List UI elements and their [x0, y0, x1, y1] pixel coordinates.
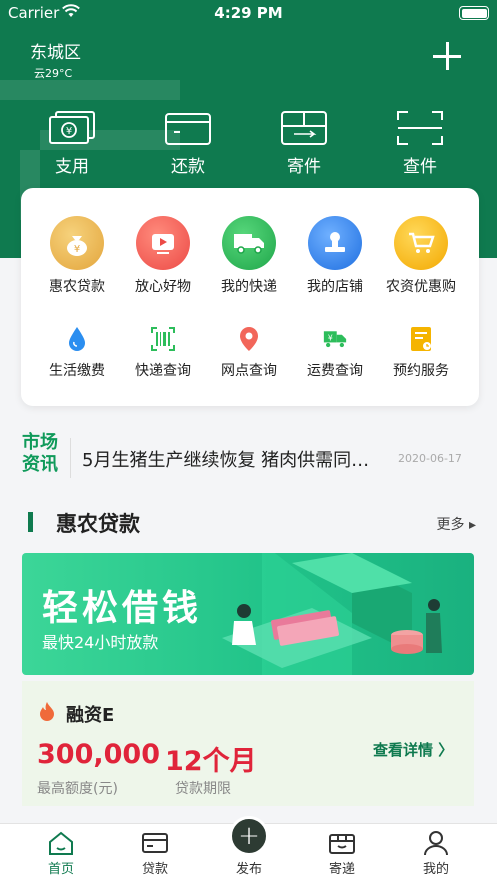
more-link[interactable]: 更多 ▸: [437, 514, 476, 534]
banner-title: 轻松借钱: [42, 588, 203, 629]
loan-banner[interactable]: 轻松借钱 最快24小时放款: [22, 553, 474, 675]
service-outlet-query[interactable]: 网点查询: [206, 326, 292, 380]
service-goods[interactable]: 放心好物: [120, 216, 206, 296]
tab-mailing[interactable]: 寄递: [302, 830, 382, 877]
quick-action-track[interactable]: 查件: [375, 110, 465, 177]
svg-text:¥: ¥: [74, 244, 80, 255]
tab-loan[interactable]: 贷款: [115, 830, 195, 877]
service-label: 预约服务: [393, 363, 449, 379]
service-appointment[interactable]: 预约服务: [378, 326, 464, 380]
card-icon: [142, 833, 168, 853]
plus-icon: +: [238, 821, 260, 851]
quick-action-withdraw[interactable]: ¥ 支用: [27, 110, 117, 177]
news-date: 2020-06-17: [398, 452, 462, 465]
publish-label: 发布: [235, 862, 262, 877]
service-freight-query[interactable]: ¥ 运费查询: [292, 326, 378, 380]
package-icon: [329, 834, 355, 854]
yuan-truck-icon: ¥: [323, 326, 347, 352]
view-details-link[interactable]: 查看详情 〉: [373, 739, 453, 760]
money-bag-icon: ¥: [50, 216, 104, 270]
water-drop-icon: [65, 326, 89, 352]
cart-icon: [394, 216, 448, 270]
max-amount-label: 最高额度(元): [37, 781, 118, 797]
publish-button[interactable]: +: [229, 816, 269, 856]
location-weather[interactable]: 东城区 云29°C: [30, 38, 81, 81]
service-utilities[interactable]: 生活缴费: [34, 326, 120, 380]
news-tag-line: 资讯: [22, 454, 58, 475]
news-ticker[interactable]: 市场 资讯 5月生猪生产继续恢复 猪肉供需同… 2020-06-17: [0, 424, 497, 492]
video-icon: [136, 216, 190, 270]
service-express-query[interactable]: 快递查询: [120, 326, 206, 380]
service-label: 惠农贷款: [49, 279, 105, 295]
services-card: ¥ 惠农贷款 放心好物 我的快递 我的店铺 农资优惠购 生活缴费 快递查询 网点…: [21, 188, 479, 406]
loan-term: 12个月: [165, 746, 257, 777]
tab-home[interactable]: 首页: [21, 830, 101, 877]
status-bar: Carrier 4:29 PM: [0, 0, 497, 26]
section-header: 惠农贷款 更多 ▸: [22, 508, 482, 536]
tab-label: 贷款: [141, 862, 168, 877]
location-pin-icon: [237, 326, 261, 352]
news-tag-line: 市场: [22, 432, 58, 453]
quick-action-repay[interactable]: 还款: [143, 110, 233, 177]
section-accent-bar: [28, 512, 33, 532]
add-button[interactable]: [433, 42, 461, 70]
service-label: 我的快递: [221, 279, 277, 295]
service-label: 我的店铺: [307, 279, 363, 295]
quick-action-label: 寄件: [287, 157, 321, 177]
tab-mine[interactable]: 我的: [396, 830, 476, 877]
tab-label: 首页: [47, 862, 74, 877]
service-my-express[interactable]: 我的快递: [206, 216, 292, 296]
service-label: 运费查询: [307, 363, 363, 379]
clock: 4:29 PM: [214, 4, 283, 22]
weather-label: 云29°C: [34, 67, 73, 80]
divider: [70, 438, 71, 478]
loan-term-label: 贷款期限: [175, 781, 231, 797]
svg-text:¥: ¥: [328, 333, 333, 342]
home-icon: [49, 831, 73, 855]
news-tag: 市场 资讯: [22, 432, 64, 476]
service-farm-supplies[interactable]: 农资优惠购: [378, 216, 464, 296]
barcode-icon: [151, 326, 175, 352]
service-label: 网点查询: [221, 363, 277, 379]
clipboard-icon: [409, 326, 433, 352]
scan-icon: [397, 111, 443, 145]
card-icon: [165, 113, 211, 145]
city-label: 东城区: [30, 43, 81, 63]
user-icon: [424, 831, 448, 856]
truck-icon: [222, 216, 276, 270]
svg-text:¥: ¥: [66, 126, 72, 137]
quick-action-label: 支用: [55, 157, 89, 177]
service-loan[interactable]: ¥ 惠农贷款: [34, 216, 120, 296]
battery-icon: [459, 6, 489, 20]
section-title: 惠农贷款: [56, 512, 140, 536]
quick-action-label: 查件: [403, 157, 437, 177]
mailbox-icon: [281, 111, 327, 145]
tab-label: 寄递: [328, 862, 355, 877]
fire-icon: [40, 702, 54, 721]
service-label: 农资优惠购: [386, 279, 456, 295]
quick-action-send[interactable]: 寄件: [259, 110, 349, 177]
service-my-shop[interactable]: 我的店铺: [292, 216, 378, 296]
wallet-icon: ¥: [49, 111, 95, 144]
news-headline[interactable]: 5月生猪生产继续恢复 猪肉供需同…: [82, 446, 398, 472]
product-name: 融资E: [66, 705, 115, 726]
banner-subtitle: 最快24小时放款: [42, 633, 159, 652]
service-label: 生活缴费: [49, 363, 105, 379]
service-label: 放心好物: [135, 279, 191, 295]
loan-product-card[interactable]: 融资E 300,000 12个月 最高额度(元) 贷款期限 查看详情 〉: [22, 681, 474, 806]
stamp-icon: [308, 216, 362, 270]
quick-action-label: 还款: [171, 157, 205, 177]
service-label: 快递查询: [135, 363, 191, 379]
tab-label: 我的: [422, 862, 449, 877]
max-amount: 300,000: [37, 739, 160, 770]
